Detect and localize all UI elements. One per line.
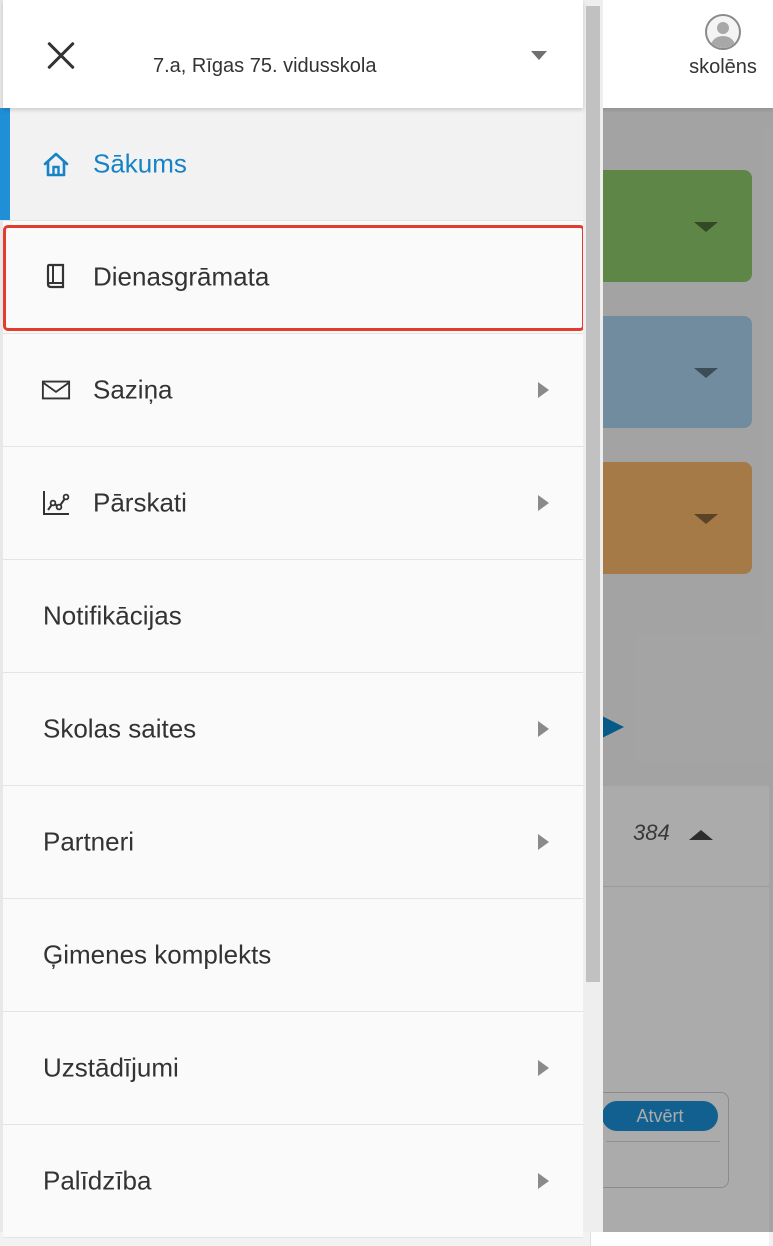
home-icon bbox=[41, 149, 71, 179]
menu-item-label: Saziņa bbox=[93, 374, 173, 405]
menu-item-sakums[interactable]: Sākums bbox=[0, 108, 583, 221]
chevron-right-icon bbox=[538, 495, 549, 511]
menu-list: Sākums Dienasgrāmata Saziņa Pārskati Not… bbox=[0, 108, 585, 1238]
navigation-drawer: 7.a, Rīgas 75. vidusskola Sākums Dienasg… bbox=[0, 0, 603, 1238]
drawer-header: 7.a, Rīgas 75. vidusskola bbox=[3, 0, 583, 108]
chevron-down-icon[interactable] bbox=[531, 51, 547, 60]
chevron-right-icon bbox=[538, 834, 549, 850]
drawer-scrollbar[interactable] bbox=[583, 0, 603, 1232]
menu-item-palidziba[interactable]: Palīdzība bbox=[3, 1125, 583, 1238]
close-icon[interactable] bbox=[41, 36, 81, 76]
menu-item-label: Partneri bbox=[43, 826, 135, 857]
menu-item-dienasgramata[interactable]: Dienasgrāmata bbox=[3, 221, 585, 334]
menu-item-label: Dienasgrāmata bbox=[93, 261, 270, 292]
chevron-right-icon bbox=[538, 382, 549, 398]
menu-item-label: Uzstādījumi bbox=[43, 1052, 179, 1083]
menu-item-gimenes-komplekts[interactable]: Ģimenes komplekts bbox=[3, 899, 583, 1012]
menu-item-parskati[interactable]: Pārskati bbox=[3, 447, 583, 560]
chevron-right-icon bbox=[538, 721, 549, 737]
menu-item-sazina[interactable]: Saziņa bbox=[3, 334, 583, 447]
chart-icon bbox=[41, 488, 71, 518]
menu-item-skolas-saites[interactable]: Skolas saites bbox=[3, 673, 583, 786]
mail-icon bbox=[41, 375, 71, 405]
chevron-right-icon bbox=[538, 1060, 549, 1076]
menu-item-partneri[interactable]: Partneri bbox=[3, 786, 583, 899]
menu-item-label: Ģimenes komplekts bbox=[43, 939, 272, 970]
school-class-selector[interactable]: 7.a, Rīgas 75. vidusskola bbox=[153, 55, 376, 78]
menu-item-uzstadijumi[interactable]: Uzstādījumi bbox=[3, 1012, 583, 1125]
menu-item-label: Palīdzība bbox=[43, 1165, 152, 1196]
menu-item-notifikacijas[interactable]: Notifikācijas bbox=[3, 560, 583, 673]
scrollbar-thumb[interactable] bbox=[586, 6, 600, 982]
user-role-label: skolēns bbox=[689, 56, 757, 78]
menu-item-label: Sākums bbox=[93, 148, 187, 179]
avatar-icon bbox=[705, 14, 741, 50]
menu-item-label: Skolas saites bbox=[43, 713, 197, 744]
menu-item-label: Notifikācijas bbox=[43, 600, 182, 631]
chevron-right-icon bbox=[538, 1173, 549, 1189]
book-icon bbox=[41, 262, 71, 292]
user-menu[interactable]: skolēns bbox=[673, 8, 773, 88]
menu-item-label: Pārskati bbox=[93, 487, 187, 518]
